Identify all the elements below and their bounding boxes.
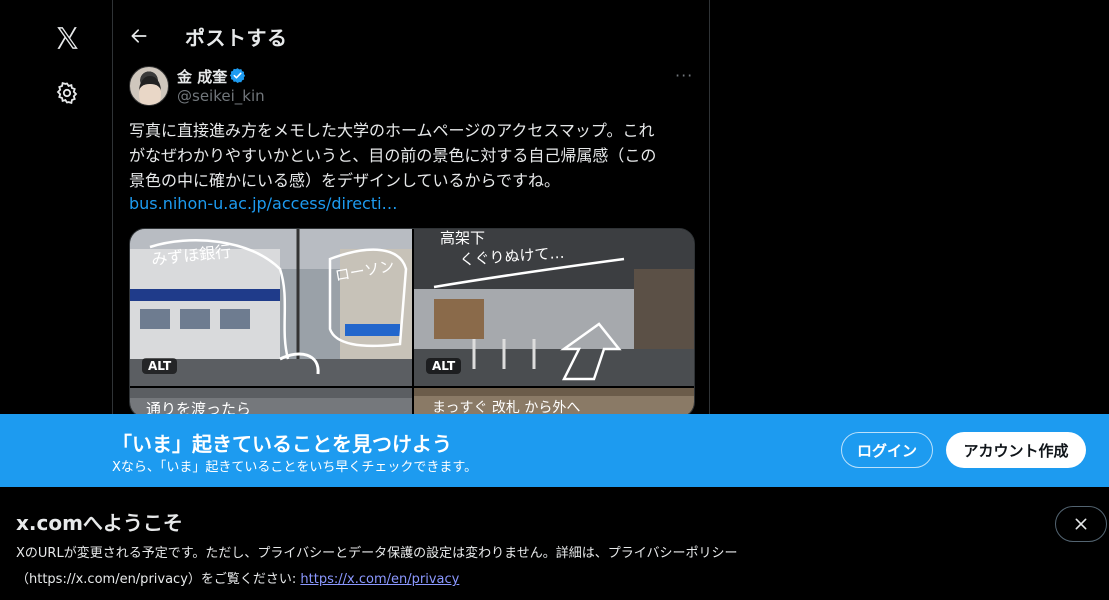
post-text: 写真に直接進み方をメモした大学のホームページのアクセスマップ。これ がなぜわかり… <box>129 121 657 190</box>
avatar[interactable] <box>129 66 169 106</box>
post-author: 金 成奎 @seikei_kin ··· <box>129 66 695 110</box>
create-account-button[interactable]: アカウント作成 <box>946 432 1086 468</box>
page-header: ポストする <box>113 0 709 72</box>
alt-badge[interactable]: ALT <box>142 358 178 374</box>
gear-icon[interactable] <box>54 80 80 106</box>
close-notice-button[interactable] <box>1055 506 1107 542</box>
notice-title: x.comへようこそ <box>16 511 183 535</box>
verified-badge-icon <box>229 68 246 83</box>
domain-change-notice: x.comへようこそ XのURLが変更される予定です。ただし、プライバシーとデー… <box>0 487 1109 600</box>
notice-body: XのURLが変更される予定です。ただし、プライバシーとデータ保護の設定は変わりま… <box>16 541 886 593</box>
privacy-link[interactable]: https://x.com/en/privacy <box>300 572 459 587</box>
post-link[interactable]: bus.nihon-u.ac.jp/access/directi… <box>129 191 398 216</box>
banner-subtitle: Xなら、「いま」起きていることをいち早くチェックできます。 <box>112 460 478 475</box>
close-icon <box>1075 518 1087 530</box>
x-logo-icon[interactable] <box>51 22 83 54</box>
login-button[interactable]: ログイン <box>841 432 933 468</box>
media-photo-1[interactable]: みずほ銀行 ローソン ALT <box>130 229 412 386</box>
arrow-left-icon[interactable] <box>127 24 151 48</box>
more-options-icon[interactable]: ··· <box>675 66 697 85</box>
signup-banner: 「いま」起きていることを見つけよう Xなら、「いま」起きていることをいち早くチェ… <box>0 414 1109 487</box>
banner-title: 「いま」起きていることを見つけよう <box>112 432 452 456</box>
media-photo-2[interactable]: 高架下 くぐりぬけて… ALT <box>414 229 694 386</box>
page-title: ポストする <box>185 26 288 50</box>
author-display-name[interactable]: 金 成奎 <box>177 66 227 87</box>
post-media-grid: みずほ銀行 ローソン ALT 高架下 くぐりぬけて… ALT 通りを渡ったら ま… <box>129 228 695 418</box>
author-handle[interactable]: @seikei_kin <box>177 87 265 105</box>
media-caption-2: 高架下 <box>440 229 485 247</box>
alt-badge[interactable]: ALT <box>426 358 462 374</box>
